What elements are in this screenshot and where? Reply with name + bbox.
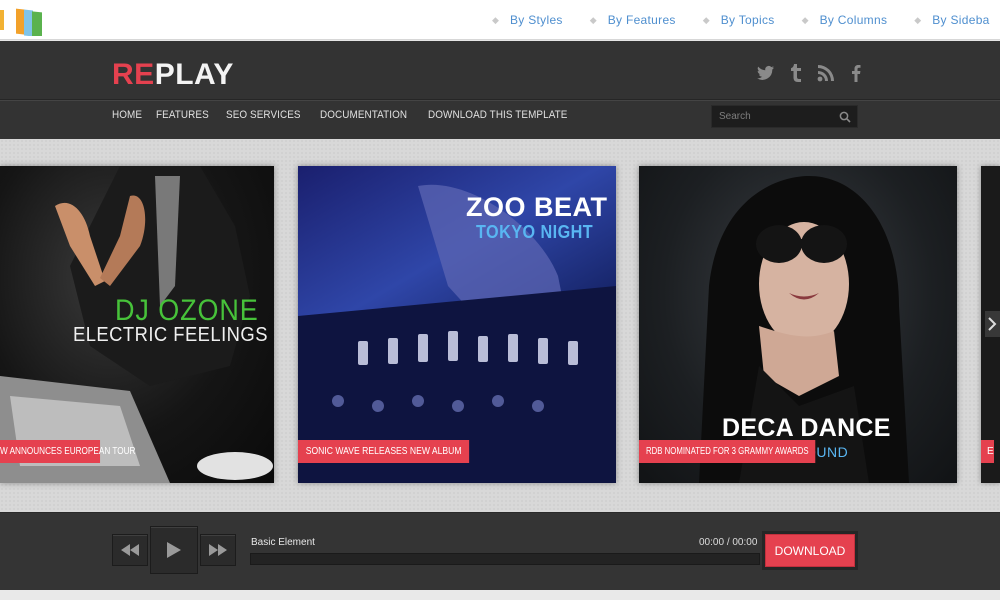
progress-bar[interactable]	[250, 553, 760, 565]
topnav-by-sidebar[interactable]: ◆ By Sideba	[914, 13, 989, 27]
brand-logo[interactable]: REPLAY	[112, 58, 234, 92]
slide-caption[interactable]: E	[981, 440, 994, 463]
twitter-icon[interactable]	[756, 63, 776, 83]
total-time: 00:00	[732, 537, 758, 548]
slide-deca-dance[interactable]: DECA DANCE OUND RDB NOMINATED FOR 3 GRAM…	[639, 166, 957, 483]
slide-title: ZOO BEAT	[466, 192, 608, 222]
site-logo-icon[interactable]	[0, 4, 44, 39]
slide-zoo-beat[interactable]: ZOO BEAT TOKYO NIGHT SONIC WAVE RELEASES…	[298, 166, 616, 483]
nav-documentation[interactable]: DOCUMENTATION	[320, 109, 407, 121]
slide-subtitle: TOKYO NIGHT	[476, 222, 594, 242]
rss-icon[interactable]	[816, 63, 836, 83]
search-box	[711, 105, 858, 128]
rewind-button[interactable]	[112, 534, 148, 566]
play-icon	[167, 542, 181, 558]
forward-button[interactable]	[200, 534, 236, 566]
slide-caption[interactable]: RDB NOMINATED FOR 3 GRAMMY AWARDS	[639, 440, 816, 463]
topnav-by-topics[interactable]: ◆ By Topics	[703, 13, 775, 27]
nav-download-template[interactable]: DOWNLOAD THIS TEMPLATE	[428, 109, 568, 121]
current-time: 00:00	[699, 537, 725, 548]
bullet-icon: ◆	[801, 15, 809, 25]
top-category-nav: ◆ By Styles ◆ By Features ◆ By Topics ◆ By C…	[492, 0, 1000, 40]
bullet-icon: ◆	[702, 15, 710, 25]
slider-next-arrow[interactable]	[985, 311, 1000, 337]
topnav-by-features[interactable]: ◆ By Features	[590, 13, 676, 27]
slide-dj-ozone[interactable]: DJ OZONE ELECTRIC FEELINGS W ANNOUNCES E…	[0, 166, 274, 483]
bullet-icon: ◆	[589, 15, 597, 25]
facebook-icon[interactable]	[846, 63, 866, 83]
bullet-icon: ◆	[914, 15, 922, 25]
play-button[interactable]	[150, 526, 198, 574]
slide-caption[interactable]: SONIC WAVE RELEASES NEW ALBUM	[298, 440, 470, 463]
slide-caption[interactable]: W ANNOUNCES EUROPEAN TOUR	[0, 440, 135, 463]
site-header: REPLAY HOME FEATURES SEO SERVICES DOCUME…	[0, 41, 1000, 139]
nav-home[interactable]: HOME	[112, 109, 142, 121]
top-bar: ◆ By Styles ◆ By Features ◆ By Topics ◆ By C…	[0, 0, 1000, 40]
featured-slider: DJ OZONE ELECTRIC FEELINGS W ANNOUNCES E…	[0, 139, 1000, 512]
bullet-icon: ◆	[492, 15, 500, 25]
main-nav: HOME FEATURES SEO SERVICES DOCUMENTATION…	[112, 109, 594, 121]
nav-features[interactable]: FEATURES	[156, 109, 209, 121]
tumblr-icon[interactable]	[786, 63, 806, 83]
search-input[interactable]	[712, 106, 832, 127]
rewind-icon	[121, 544, 139, 556]
nav-seo-services[interactable]: SEO SERVICES	[226, 109, 301, 121]
download-button[interactable]: DOWNLOAD	[765, 534, 855, 567]
page-bottom-strip	[0, 590, 1000, 600]
audio-player: Basic Element 00:00 / 00:00 DOWNLOAD	[0, 512, 1000, 590]
time-display: 00:00 / 00:00	[699, 537, 757, 548]
topnav-by-styles[interactable]: ◆ By Styles	[492, 13, 563, 27]
slide-title: DECA DANCE	[722, 414, 891, 442]
chevron-right-icon	[988, 317, 997, 331]
topnav-by-columns[interactable]: ◆ By Columns	[802, 13, 888, 27]
brand-logo-white: PLAY	[154, 58, 234, 91]
time-separator: /	[726, 537, 730, 548]
track-title: Basic Element	[251, 537, 315, 548]
header-divider-highlight	[0, 100, 1000, 101]
social-links	[756, 63, 866, 83]
forward-icon	[209, 544, 227, 556]
slide-title: DJ OZONE	[115, 294, 259, 327]
brand-logo-red: RE	[112, 58, 155, 91]
slide-subtitle: ELECTRIC FEELINGS	[73, 324, 268, 346]
search-icon[interactable]	[839, 110, 851, 123]
